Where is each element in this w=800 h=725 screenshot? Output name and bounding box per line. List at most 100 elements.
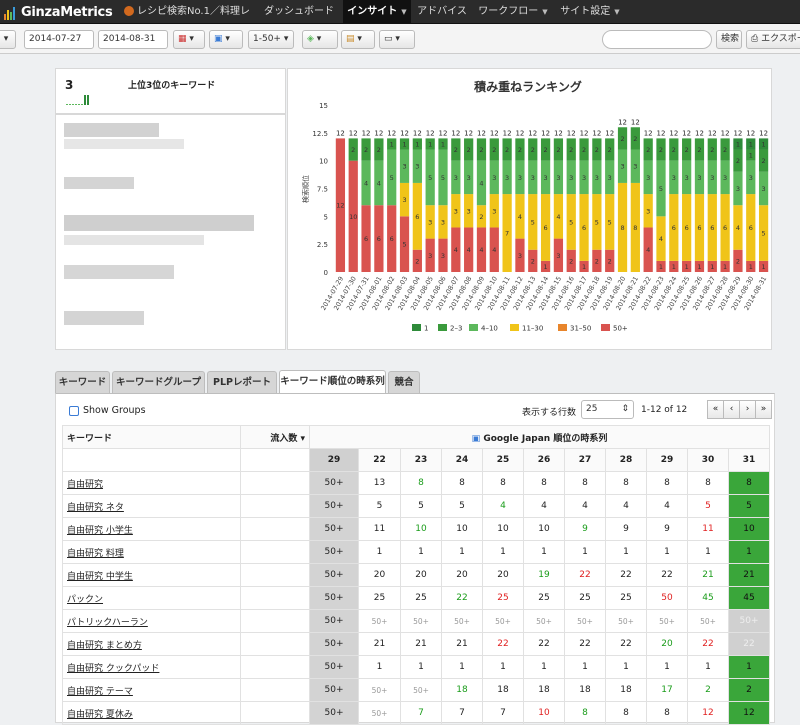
- traffic-cell: [240, 609, 310, 633]
- day-column-header[interactable]: 23: [400, 448, 442, 472]
- bar-segment-label: 3: [736, 185, 740, 193]
- chevron-down-icon[interactable]: ▾: [0, 30, 16, 49]
- keyword-link[interactable]: 自由研究 まとめ方: [62, 632, 241, 656]
- keyword-link[interactable]: パトリックハーラン: [62, 609, 241, 633]
- bar-segment-label: 3: [415, 163, 419, 171]
- tab-1[interactable]: キーワードグループ: [112, 371, 205, 393]
- table-row: 自由研究 まとめ方 50+ 21 21 21 22 22 22 22 20 22 22: [62, 632, 770, 656]
- day-column-header[interactable]: 26: [523, 448, 565, 472]
- keyword-column-header[interactable]: キーワード: [62, 425, 241, 449]
- bar-total-label: 12: [695, 129, 704, 137]
- bar-segment-label: 2: [620, 135, 624, 143]
- keyword-link[interactable]: 自由研究 中学生: [62, 563, 241, 587]
- bar-segment-label: 1: [415, 140, 419, 148]
- rank-cell: 22: [441, 586, 483, 610]
- legend-swatch: [438, 324, 447, 331]
- rank-cell: 8: [605, 701, 647, 725]
- rank-cell: 50: [646, 586, 688, 610]
- google-engine-dropdown[interactable]: ▣ ▾: [209, 30, 243, 49]
- bar-segment-label: 2: [595, 257, 599, 265]
- rank-cell: 25: [523, 586, 565, 610]
- site-selector[interactable]: レシピ検索No.1／料理レ...▼: [124, 0, 250, 24]
- keyword-link[interactable]: パックン: [62, 586, 241, 610]
- calendar-dropdown[interactable]: ▦ ▾: [173, 30, 205, 49]
- bar-segment-label: 2: [454, 146, 458, 154]
- nav-item-0[interactable]: ダッシュボード: [258, 0, 340, 24]
- rows-per-page-select[interactable]: 25 ⇕: [581, 400, 634, 419]
- bar-segment-label: 2: [364, 146, 368, 154]
- nav-item-label: ダッシュボード: [264, 6, 334, 17]
- checkbox[interactable]: [69, 405, 79, 416]
- rank-cell: 1: [646, 655, 688, 679]
- y-axis-label: 検索順位: [301, 175, 310, 203]
- rank-cell: 50+: [358, 609, 401, 633]
- redacted-text: [64, 139, 184, 149]
- legend-label: 4–10: [481, 325, 498, 333]
- day-column-header[interactable]: 27: [564, 448, 606, 472]
- keyword-link[interactable]: 自由研究 ネタ: [62, 494, 241, 518]
- rank-cell: 50+: [564, 609, 606, 633]
- day-column-header[interactable]: 29: [309, 448, 359, 472]
- nav-item-1[interactable]: インサイト ▼: [343, 0, 411, 24]
- app-logo[interactable]: GinzaMetrics: [4, 4, 113, 20]
- tab-0[interactable]: キーワード: [55, 371, 110, 393]
- date-from-input[interactable]: 2014-07-27: [24, 30, 94, 49]
- bar-segment-label: 3: [492, 207, 496, 215]
- nav-item-2[interactable]: アドバイス: [412, 0, 472, 24]
- rank-cell: 5: [728, 494, 770, 518]
- traffic-column-header[interactable]: 流入数 ▾: [240, 425, 310, 449]
- rank-cell: 7: [441, 701, 483, 725]
- search-button[interactable]: 検索: [716, 30, 742, 49]
- show-groups-toggle[interactable]: Show Groups: [69, 405, 146, 416]
- bar-segment-label: 6: [377, 235, 381, 243]
- tag-filter-dropdown[interactable]: ◈ ▾: [302, 30, 338, 49]
- bar-segment-label: 4: [659, 235, 663, 243]
- bar-segment-label: 2: [736, 257, 740, 265]
- group-filter-dropdown[interactable]: ▤ ▾: [341, 30, 375, 49]
- keyword-link[interactable]: 自由研究: [62, 471, 241, 495]
- comment-filter-dropdown[interactable]: ▭ ▾: [379, 30, 415, 49]
- first-page-button[interactable]: «: [707, 400, 724, 419]
- day-column-header[interactable]: 30: [687, 448, 729, 472]
- bar-segment-label: 3: [428, 218, 432, 226]
- sparkline-icon: [66, 95, 89, 105]
- rank-cell: 8: [646, 701, 688, 725]
- prev-page-button[interactable]: ‹: [723, 400, 740, 419]
- keyword-link[interactable]: 自由研究 料理: [62, 540, 241, 564]
- traffic-cell: [240, 517, 310, 541]
- keyword-link[interactable]: 自由研究 小学生: [62, 517, 241, 541]
- nav-item-4[interactable]: サイト設定 ▼: [552, 0, 628, 24]
- bar-segment-label: 3: [467, 207, 471, 215]
- tab-2[interactable]: PLPレポート: [207, 371, 277, 393]
- day-column-header[interactable]: 22: [358, 448, 401, 472]
- rank-cell: 1: [728, 540, 770, 564]
- rows-per-page-label: 表示する行数: [522, 408, 577, 418]
- rank-cell: 45: [728, 586, 770, 610]
- rank-cell: 50+: [309, 701, 359, 725]
- rank-filter-dropdown[interactable]: 1-50+ ▾: [248, 30, 294, 49]
- day-column-header[interactable]: 25: [482, 448, 524, 472]
- day-column-header[interactable]: 24: [441, 448, 483, 472]
- rank-cell: 1: [728, 655, 770, 679]
- bar-segment-label: 4: [364, 179, 368, 187]
- date-to-input[interactable]: 2014-08-31: [98, 30, 168, 49]
- rank-cell: 21: [441, 632, 483, 656]
- keyword-link[interactable]: 自由研究 テーマ: [62, 678, 241, 702]
- day-column-header[interactable]: 31: [728, 448, 770, 472]
- search-input[interactable]: [602, 30, 712, 49]
- rank-cell: 4: [482, 494, 524, 518]
- bar-total-label: 12: [657, 129, 666, 137]
- nav-item-3[interactable]: ワークフロー ▼: [475, 0, 551, 24]
- keyword-link[interactable]: 自由研究 クックパッド: [62, 655, 241, 679]
- rank-cell: 20: [482, 563, 524, 587]
- day-column-header[interactable]: 29: [646, 448, 688, 472]
- tab-3[interactable]: キーワード順位の時系列: [279, 370, 386, 394]
- export-button[interactable]: ⎙ エクスポー: [746, 30, 800, 49]
- next-page-button[interactable]: ›: [739, 400, 756, 419]
- tab-4[interactable]: 競合: [388, 371, 420, 393]
- day-column-header[interactable]: 28: [605, 448, 647, 472]
- traffic-cell: [240, 540, 310, 564]
- rank-cell: 50+: [646, 609, 688, 633]
- keyword-link[interactable]: 自由研究 夏休み: [62, 701, 241, 725]
- last-page-button[interactable]: »: [755, 400, 772, 419]
